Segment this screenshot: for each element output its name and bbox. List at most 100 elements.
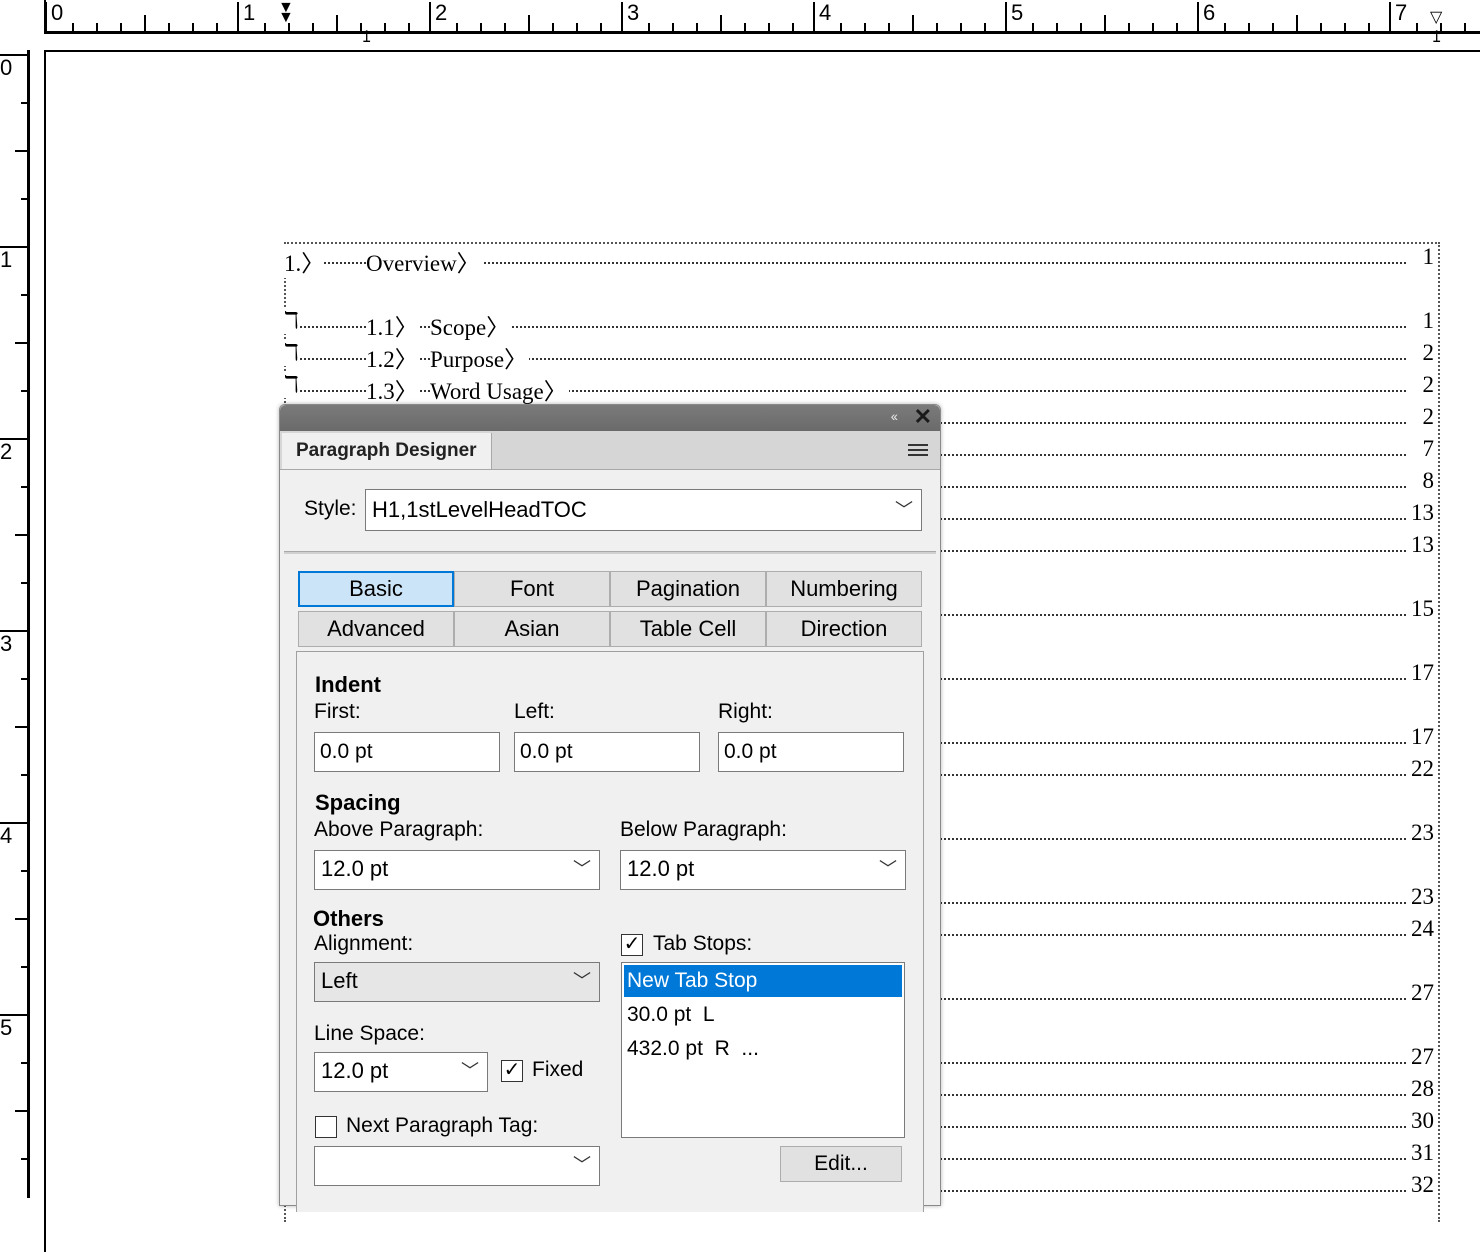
ruler-number: 5 — [0, 1015, 13, 1040]
tab-stops-list[interactable]: New Tab Stop 30.0 pt L 432.0 pt R ... — [621, 962, 905, 1138]
paragraph-marker-icon: ℸ — [284, 340, 299, 366]
below-paragraph-select[interactable]: 12.0 pt ﹀ — [620, 850, 906, 890]
first-indent-label: First: — [314, 700, 361, 723]
ruler-minor-tick — [1344, 23, 1346, 31]
panel-menu-icon[interactable] — [908, 444, 928, 459]
left-indent-input[interactable]: 0.0 pt — [514, 732, 700, 772]
ruler-minor-tick — [408, 23, 410, 31]
ruler-number: 1 — [0, 247, 13, 272]
next-paragraph-tag-checkbox[interactable] — [315, 1116, 337, 1138]
tab-basic[interactable]: Basic — [298, 571, 454, 607]
vertical-ruler[interactable]: 0 1 2 3 4 5 — [0, 36, 32, 1198]
ruler-minor-tick — [168, 23, 170, 31]
toc-page-number: 24 — [1407, 916, 1434, 942]
ruler-minor-tick — [1056, 23, 1058, 31]
toc-entry[interactable]: ℸ 1.2〉 Purpose〉 2 — [284, 338, 1440, 374]
ruler-number: 4 — [819, 0, 832, 25]
panel-tab-paragraph-designer[interactable]: Paragraph Designer — [282, 433, 492, 469]
toc-entry[interactable]: ℸ 1.3〉 Word Usage〉 2 — [284, 370, 1440, 406]
ruler-minor-tick — [1248, 23, 1250, 31]
tab-stops-checkbox[interactable]: ✓ — [621, 934, 643, 956]
first-indent-input[interactable]: 0.0 pt — [314, 732, 500, 772]
right-indent-input[interactable]: 0.0 pt — [718, 732, 904, 772]
tab-direction[interactable]: Direction — [766, 611, 922, 647]
paragraph-marker-icon: ℸ — [284, 308, 299, 334]
right-indent-marker[interactable]: ▽ — [1430, 10, 1442, 26]
tab-asian[interactable]: Asian — [454, 611, 610, 647]
toc-entry[interactable]: 1.〉 Overview〉 1 — [284, 242, 1440, 278]
toc-page-number: 2 — [1418, 404, 1434, 430]
ruler-major-tick — [621, 2, 623, 32]
ruler-minor-tick — [1368, 23, 1370, 31]
ruler-major-tick — [0, 438, 30, 440]
style-select[interactable]: H1,1stLevelHeadTOC ﹀ — [365, 489, 922, 531]
next-paragraph-tag-label: Next Paragraph Tag: — [346, 1114, 539, 1137]
tab-table-cell[interactable]: Table Cell — [610, 611, 766, 647]
ruler-minor-tick — [1152, 23, 1154, 31]
chevron-down-icon: ﹀ — [573, 859, 591, 879]
ruler-minor-tick — [15, 342, 29, 344]
ruler-minor-tick — [840, 23, 842, 31]
ruler-number: 6 — [1203, 0, 1216, 25]
paragraph-marker-icon: ℸ — [284, 372, 299, 398]
ruler-major-tick — [813, 2, 815, 32]
ruler-minor-tick — [21, 1062, 29, 1064]
ruler-minor-tick — [936, 23, 938, 31]
line-space-value: 12.0 pt — [321, 1058, 389, 1083]
toc-page-number: 15 — [1407, 596, 1434, 622]
horizontal-ruler[interactable]: 01234567 ▼ ▼ ↥ ▽ ↥ — [0, 0, 1480, 46]
toc-title: Overview〉 — [366, 244, 482, 278]
toc-page-number: 2 — [1418, 340, 1434, 366]
ruler-minor-tick — [960, 23, 962, 31]
ruler-number: 0 — [0, 55, 13, 80]
panel-titlebar[interactable]: ‹‹ ✕ — [280, 405, 940, 431]
above-paragraph-select[interactable]: 12.0 pt ﹀ — [314, 850, 600, 890]
next-paragraph-tag-select[interactable]: ﹀ — [314, 1146, 600, 1186]
tab-font[interactable]: Font — [454, 571, 610, 607]
ruler-minor-tick — [1320, 23, 1322, 31]
ruler-minor-tick — [96, 23, 98, 31]
ruler-major-tick — [1389, 2, 1391, 32]
ruler-major-tick — [1197, 2, 1199, 32]
alignment-value: Left — [321, 968, 358, 993]
ruler-minor-tick — [21, 870, 29, 872]
above-paragraph-value: 12.0 pt — [321, 856, 389, 881]
paragraph-designer-panel[interactable]: ‹‹ ✕ Paragraph Designer Style: H1,1stLev… — [279, 404, 941, 1212]
toc-page-number: 13 — [1407, 532, 1434, 558]
toc-page-number: 23 — [1407, 820, 1434, 846]
list-item[interactable]: 30.0 pt L — [624, 999, 902, 1031]
toc-page-number: 28 — [1407, 1076, 1434, 1102]
divider — [284, 551, 936, 554]
right-tab-stop-marker[interactable]: ↥ — [1430, 30, 1443, 46]
style-label: Style: — [304, 497, 357, 520]
ruler-number: 7 — [1395, 0, 1408, 25]
toc-page-number: 17 — [1407, 660, 1434, 686]
toc-entry[interactable]: ℸ 1.1〉 Scope〉 1 — [284, 306, 1440, 342]
above-paragraph-label: Above Paragraph: — [314, 818, 484, 841]
tab-advanced[interactable]: Advanced — [298, 611, 454, 647]
line-space-select[interactable]: 12.0 pt ﹀ — [314, 1052, 488, 1092]
vertical-ruler-line — [27, 50, 30, 1198]
ruler-minor-tick — [792, 23, 794, 31]
list-item[interactable]: 432.0 pt R ... — [624, 1033, 902, 1065]
collapse-icon[interactable]: ‹‹ — [891, 408, 898, 424]
ruler-minor-tick — [21, 390, 29, 392]
left-indent-marker[interactable]: ▼ — [278, 10, 294, 26]
tab-pagination[interactable]: Pagination — [610, 571, 766, 607]
close-icon[interactable]: ✕ — [914, 406, 932, 428]
toc-number: 1.3〉 — [366, 372, 418, 406]
tab-numbering[interactable]: Numbering — [766, 571, 922, 607]
ruler-minor-tick — [21, 774, 29, 776]
ruler-major-tick — [0, 54, 30, 56]
alignment-select[interactable]: Left ﹀ — [314, 962, 600, 1002]
toc-title: Purpose〉 — [430, 340, 530, 374]
others-header: Others — [313, 906, 384, 931]
ruler-major-tick — [429, 2, 431, 32]
toc-page-number: 1 — [1418, 244, 1434, 270]
ruler-minor-tick — [21, 486, 29, 488]
fixed-checkbox[interactable]: ✓ — [501, 1060, 523, 1082]
list-item[interactable]: New Tab Stop — [624, 965, 902, 997]
edit-button[interactable]: Edit... — [780, 1146, 902, 1182]
tab-stop-marker[interactable]: ↥ — [360, 30, 373, 46]
chevron-down-icon: ﹀ — [573, 1155, 591, 1175]
